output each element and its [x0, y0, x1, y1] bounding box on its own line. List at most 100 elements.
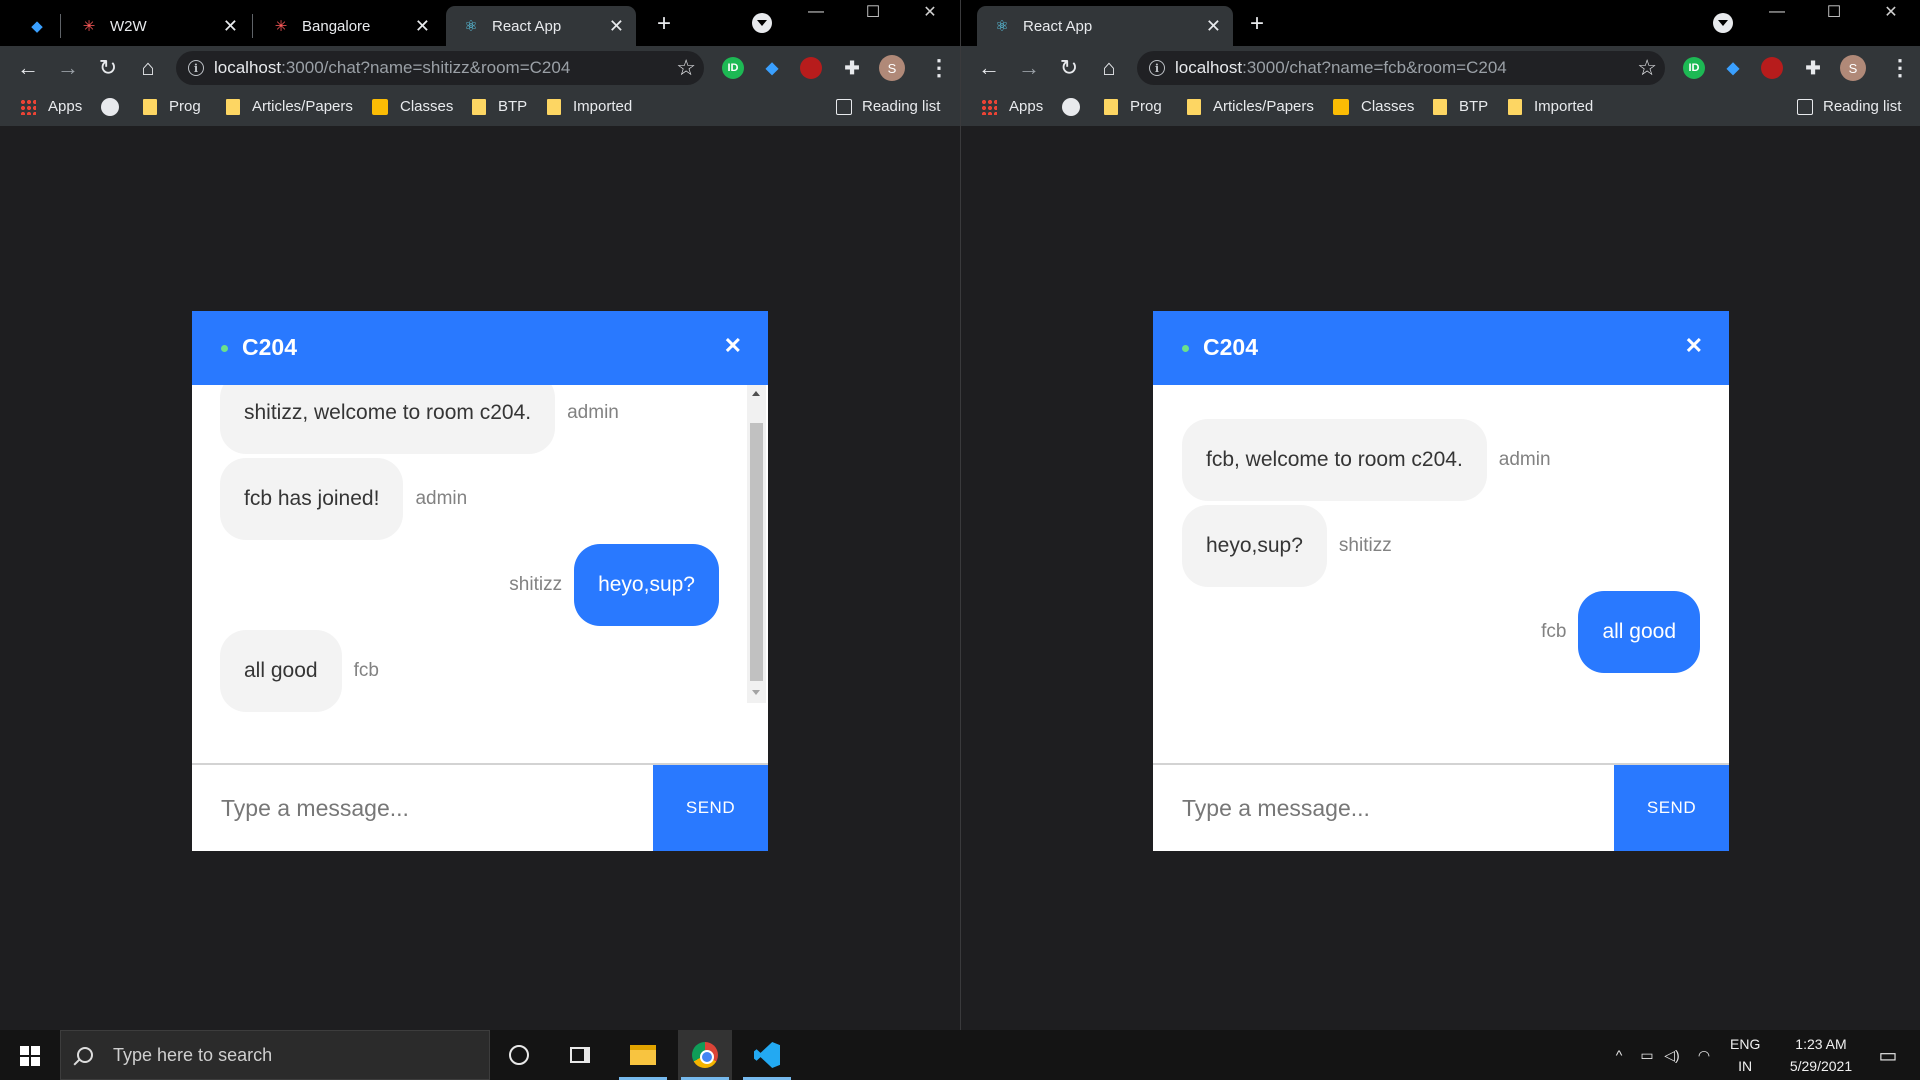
extension-icon[interactable]: ID [1683, 57, 1705, 79]
folder-icon [1433, 98, 1447, 115]
site-info-icon[interactable]: i [188, 60, 204, 76]
bookmark-prog[interactable]: Prog [143, 98, 201, 115]
new-tab-button[interactable]: + [646, 8, 682, 40]
chrome-taskbar-button[interactable] [678, 1030, 732, 1080]
reload-icon[interactable]: ↻ [94, 54, 122, 82]
message-input[interactable] [1153, 765, 1614, 851]
bookmark-apps[interactable]: Apps [981, 98, 1043, 115]
new-tab-button[interactable]: + [1239, 8, 1275, 40]
home-icon[interactable]: ⌂ [1095, 54, 1123, 82]
bookmark-star-icon[interactable]: ☆ [1637, 55, 1657, 81]
forward-icon[interactable]: → [1015, 54, 1043, 82]
close-icon[interactable]: ✕ [724, 333, 742, 359]
tab-search-icon[interactable] [752, 13, 772, 33]
notifications-icon[interactable]: ▭ [1868, 1030, 1908, 1080]
bookmark-prog[interactable]: Prog [1104, 98, 1162, 115]
bookmark-articles[interactable]: Articles/Papers [1187, 98, 1314, 115]
message-item: shitizz heyo,sup? [497, 544, 719, 626]
address-bar[interactable]: i localhost:3000/chat?name=fcb&room=C204… [1137, 51, 1665, 85]
window-close-icon[interactable]: ✕ [902, 0, 958, 24]
bookmark-imported[interactable]: Imported [547, 98, 632, 115]
tab-close-icon[interactable]: ✕ [1206, 15, 1221, 37]
bookmark-globe[interactable] [1062, 98, 1092, 116]
battery-icon[interactable]: ▭ [1634, 1047, 1660, 1064]
sapphire-extension-icon[interactable]: ◆ [1722, 57, 1744, 79]
puzzle-extensions-icon[interactable]: ✚ [841, 57, 863, 79]
send-button[interactable]: SEND [1614, 765, 1729, 851]
reading-list[interactable]: Reading list [836, 98, 940, 115]
clock-date: 5/29/2021 [1789, 1058, 1853, 1074]
bookmark-classes[interactable]: Classes [1333, 98, 1414, 115]
close-icon[interactable]: ✕ [1685, 333, 1703, 359]
message-sender: fcb [1541, 621, 1567, 642]
message-sender: shitizz [509, 574, 563, 595]
extension-icon[interactable] [1761, 57, 1783, 79]
scroll-thumb[interactable] [750, 423, 763, 681]
bookmark-btp[interactable]: BTP [1433, 98, 1488, 115]
clock[interactable]: 1:23 AM 5/29/2021 [1776, 1030, 1866, 1080]
taskbar-search-box[interactable]: Type here to search [60, 1030, 490, 1080]
tab-bangalore[interactable]: ✳ Bangalore ✕ [256, 6, 442, 46]
minimize-icon[interactable]: — [1749, 0, 1805, 24]
left-browser-window: ◆ ✳ W2W ✕ ✳ Bangalore ✕ ⚛ React App ✕ + … [0, 0, 960, 1030]
message-item: heyo,sup? shitizz [1182, 505, 1404, 587]
send-button[interactable]: SEND [653, 765, 768, 851]
message-item: all good fcb [220, 630, 391, 712]
scroll-up-arrow-icon[interactable] [752, 391, 760, 396]
browser-toolbar: ← → ↻ ⌂ i localhost:3000/chat?name=shiti… [0, 46, 960, 90]
bookmark-articles[interactable]: Articles/Papers [226, 98, 353, 115]
site-info-icon[interactable]: i [1149, 60, 1165, 76]
back-icon[interactable]: ← [975, 54, 1003, 82]
bookmark-btp[interactable]: BTP [472, 98, 527, 115]
window-close-icon[interactable]: ✕ [1863, 0, 1919, 24]
scroll-down-arrow-icon[interactable] [752, 690, 760, 695]
tab-react-app[interactable]: ⚛ React App ✕ [977, 6, 1233, 46]
chevron-up-icon[interactable]: ^ [1608, 1047, 1630, 1063]
address-bar[interactable]: i localhost:3000/chat?name=shitizz&room=… [176, 51, 704, 85]
tab-pinned[interactable]: ◆ [18, 6, 64, 46]
tab-search-icon[interactable] [1713, 13, 1733, 33]
more-menu-icon[interactable]: ⋮ [1889, 54, 1911, 82]
bookmark-star-icon[interactable]: ☆ [676, 55, 696, 81]
maximize-icon[interactable]: ☐ [845, 0, 901, 24]
tab-close-icon[interactable]: ✕ [609, 15, 624, 37]
extension-icon[interactable] [800, 57, 822, 79]
scrollbar[interactable] [747, 385, 766, 703]
message-item: fcb has joined! admin [220, 458, 479, 540]
bookmark-globe[interactable] [101, 98, 131, 116]
bookmark-apps[interactable]: Apps [20, 98, 82, 115]
windows-start-icon[interactable] [20, 1046, 40, 1066]
tab-strip: ⚛ React App ✕ + — ☐ ✕ [961, 0, 1920, 46]
file-explorer-button[interactable] [616, 1030, 670, 1080]
minimize-icon[interactable]: — [788, 0, 844, 24]
sapphire-gem-icon: ◆ [31, 18, 43, 35]
vscode-taskbar-button[interactable] [740, 1030, 794, 1080]
tab-close-icon[interactable]: ✕ [223, 15, 238, 37]
forward-icon[interactable]: → [54, 54, 82, 82]
tab-react-app[interactable]: ⚛ React App ✕ [446, 6, 636, 46]
bookmark-classes[interactable]: Classes [372, 98, 453, 115]
tab-w2w[interactable]: ✳ W2W ✕ [64, 6, 250, 46]
language-indicator[interactable]: ENG IN [1730, 1030, 1760, 1080]
volume-icon[interactable]: ◁) [1660, 1047, 1684, 1064]
message-item: shitizz, welcome to room c204. admin [220, 385, 631, 454]
tab-close-icon[interactable]: ✕ [415, 15, 430, 37]
maximize-icon[interactable]: ☐ [1806, 0, 1862, 24]
extension-icon[interactable]: ID [722, 57, 744, 79]
more-menu-icon[interactable]: ⋮ [928, 54, 950, 82]
message-list[interactable]: shitizz, welcome to room c204. admin fcb… [192, 385, 768, 763]
message-list[interactable]: fcb, welcome to room c204. admin heyo,su… [1153, 385, 1729, 763]
home-icon[interactable]: ⌂ [134, 54, 162, 82]
task-view-button[interactable] [553, 1030, 607, 1080]
wifi-icon[interactable]: ◠ [1690, 1047, 1718, 1064]
reload-icon[interactable]: ↻ [1055, 54, 1083, 82]
back-icon[interactable]: ← [14, 54, 42, 82]
cortana-button[interactable] [492, 1030, 546, 1080]
profile-avatar[interactable]: S [1840, 55, 1866, 81]
profile-avatar[interactable]: S [879, 55, 905, 81]
sapphire-extension-icon[interactable]: ◆ [761, 57, 783, 79]
bookmark-imported[interactable]: Imported [1508, 98, 1593, 115]
puzzle-extensions-icon[interactable]: ✚ [1802, 57, 1824, 79]
reading-list[interactable]: Reading list [1797, 98, 1901, 115]
message-input[interactable] [192, 765, 653, 851]
